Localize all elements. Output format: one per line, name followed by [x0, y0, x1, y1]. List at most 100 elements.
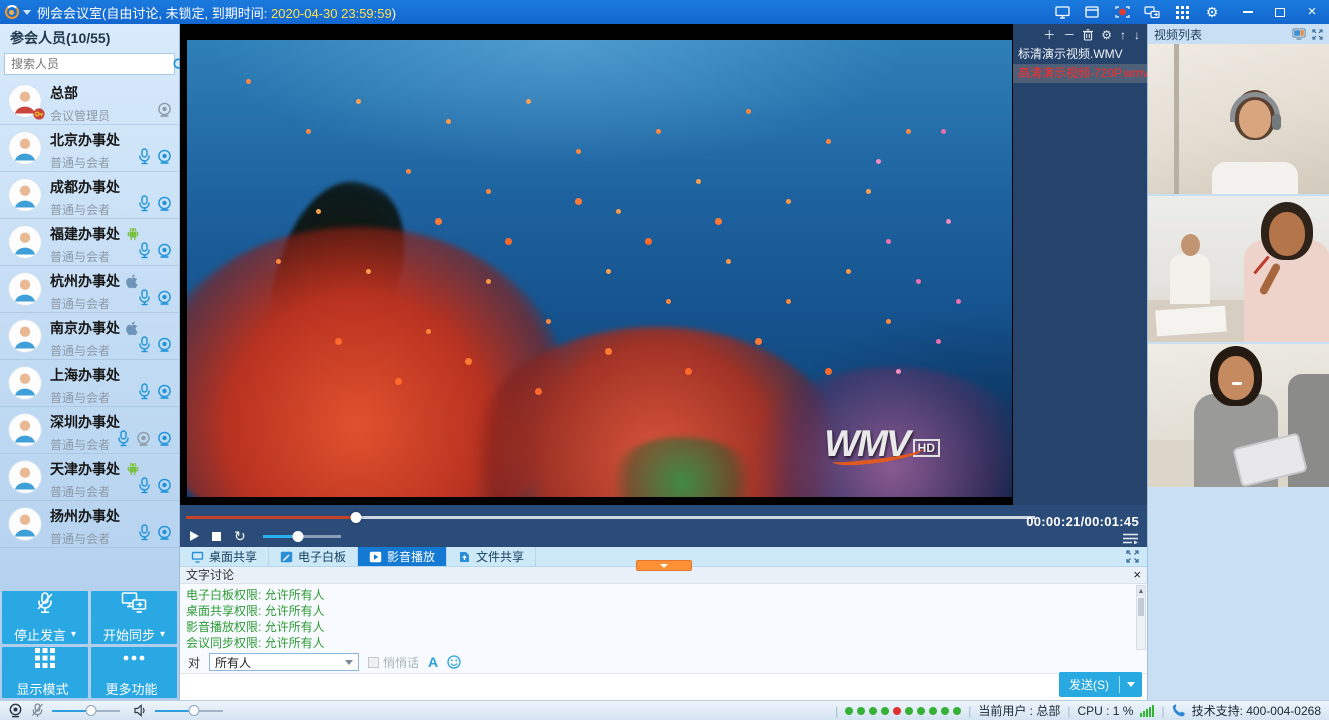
- stop-button[interactable]: [212, 532, 221, 541]
- participant-row[interactable]: 上海办事处 普通与会者: [0, 360, 179, 407]
- tab-desktop-share[interactable]: 桌面共享: [180, 547, 269, 566]
- participant-row[interactable]: 南京办事处 普通与会者: [0, 313, 179, 360]
- mic-icon[interactable]: [138, 289, 151, 306]
- mic-icon[interactable]: [117, 430, 130, 447]
- cam-icon[interactable]: [157, 431, 172, 447]
- video-thumbnail-2[interactable]: [1148, 196, 1329, 342]
- cam-gray-icon[interactable]: [136, 431, 151, 447]
- video-monitor-icon[interactable]: [1292, 28, 1306, 40]
- scroll-thumb[interactable]: [1138, 598, 1144, 616]
- mic-icon[interactable]: [138, 383, 151, 400]
- tab-whiteboard[interactable]: 电子白板: [269, 547, 358, 566]
- webcam-status-icon[interactable]: [8, 703, 23, 718]
- cam-icon[interactable]: [157, 478, 172, 494]
- mic-icon[interactable]: [138, 148, 151, 165]
- replay-button[interactable]: ↻: [234, 530, 246, 542]
- remove-media-icon[interactable]: －: [1063, 29, 1075, 41]
- close-button[interactable]: ×: [1303, 4, 1321, 20]
- collapse-handle[interactable]: [636, 560, 692, 571]
- font-style-button[interactable]: A: [428, 654, 438, 670]
- chat-close-icon[interactable]: ×: [1133, 567, 1141, 583]
- mic-icon[interactable]: [138, 477, 151, 494]
- volume-handle[interactable]: [292, 531, 303, 542]
- woman2-face-shape: [1218, 356, 1254, 400]
- speaker-icon[interactable]: [134, 704, 147, 717]
- cam-icon[interactable]: [157, 149, 172, 165]
- screen-share-icon[interactable]: [1053, 4, 1071, 20]
- participant-row[interactable]: 福建办事处 普通与会者: [0, 219, 179, 266]
- mic-icon[interactable]: [138, 242, 151, 259]
- cam-icon[interactable]: [157, 337, 172, 353]
- device-icons: [117, 430, 172, 447]
- participant-row[interactable]: 杭州办事处 普通与会者: [0, 266, 179, 313]
- mic-icon[interactable]: [138, 524, 151, 541]
- chevron-down-icon[interactable]: [23, 10, 31, 15]
- volume-slider[interactable]: [263, 535, 341, 538]
- send-dropdown-icon[interactable]: [1120, 682, 1142, 687]
- tab-media-play[interactable]: 影音播放: [358, 547, 447, 566]
- tab-file-share[interactable]: 文件共享: [447, 547, 536, 566]
- expand-panel-icon[interactable]: [1126, 550, 1139, 563]
- seek-bar[interactable]: [186, 516, 1035, 519]
- sidebar-action-button[interactable]: 停止发言▾: [2, 591, 88, 644]
- cam-icon[interactable]: [157, 525, 172, 541]
- device-icons: [138, 524, 172, 541]
- window-mode-icon[interactable]: [1083, 4, 1101, 20]
- search-input[interactable]: [5, 57, 172, 71]
- playlist-toggle-icon[interactable]: [1123, 533, 1138, 544]
- cam-gray-icon[interactable]: [157, 102, 172, 118]
- maximize-button[interactable]: [1271, 4, 1289, 20]
- record-icon[interactable]: [1113, 4, 1131, 20]
- playlist-item[interactable]: 标清演示视频.WMV: [1013, 45, 1147, 64]
- avatar: [8, 460, 42, 494]
- settings-gear-icon[interactable]: ⚙: [1203, 4, 1221, 20]
- expand-videos-icon[interactable]: [1312, 29, 1323, 40]
- device-icons: [138, 242, 172, 259]
- sidebar-action-button[interactable]: 开始同步▾: [91, 591, 177, 644]
- speaker-volume-slider[interactable]: [155, 710, 223, 712]
- video-thumbnail-3[interactable]: [1148, 344, 1329, 487]
- sidebar-action-button[interactable]: 更多功能: [91, 647, 177, 698]
- mic-muted-icon[interactable]: [31, 703, 44, 718]
- cam-icon[interactable]: [157, 196, 172, 212]
- playlist-settings-icon[interactable]: ⚙: [1101, 29, 1112, 41]
- trash-icon[interactable]: [1083, 29, 1093, 41]
- mic-volume-handle[interactable]: [86, 705, 97, 716]
- speaker-volume-handle[interactable]: [189, 705, 200, 716]
- minimize-button[interactable]: [1239, 4, 1257, 20]
- participant-row[interactable]: 北京办事处 普通与会者: [0, 125, 179, 172]
- seek-handle[interactable]: [350, 512, 361, 523]
- playlist-item[interactable]: 高清演示视频-720P.wmv 删除: [1013, 64, 1147, 83]
- move-up-icon[interactable]: ↑: [1120, 29, 1126, 41]
- emoji-icon[interactable]: [447, 655, 461, 669]
- cam-icon[interactable]: [157, 290, 172, 306]
- network-sync-icon[interactable]: [1143, 4, 1161, 20]
- move-down-icon[interactable]: ↓: [1134, 29, 1140, 41]
- participant-row[interactable]: 天津办事处 普通与会者: [0, 454, 179, 501]
- video-player-stage[interactable]: WMV HD: [180, 24, 1013, 505]
- message-input[interactable]: 发送(S): [180, 673, 1147, 700]
- participant-row[interactable]: 总部 会议管理员: [0, 78, 179, 125]
- cam-icon[interactable]: [157, 384, 172, 400]
- whisper-checkbox[interactable]: [368, 657, 379, 668]
- mic-icon[interactable]: [138, 336, 151, 353]
- display-grid-icon[interactable]: [1173, 4, 1191, 20]
- cam-icon[interactable]: [157, 243, 172, 259]
- scroll-up-icon[interactable]: ▲: [1137, 586, 1145, 596]
- whisper-option[interactable]: 悄悄话: [368, 654, 419, 671]
- play-button[interactable]: [190, 531, 199, 541]
- sidebar-action-button[interactable]: 显示模式: [2, 647, 88, 698]
- dropdown-caret-icon[interactable]: ▾: [71, 629, 76, 640]
- add-media-icon[interactable]: ＋: [1043, 29, 1055, 41]
- search-box[interactable]: [4, 53, 175, 75]
- participant-row[interactable]: 扬州办事处 普通与会者: [0, 501, 179, 548]
- participant-row[interactable]: 深圳办事处 普通与会者: [0, 407, 179, 454]
- recipient-select[interactable]: 所有人: [209, 653, 359, 671]
- mic-icon[interactable]: [138, 195, 151, 212]
- participant-row[interactable]: 成都办事处 普通与会者: [0, 172, 179, 219]
- mic-volume-slider[interactable]: [52, 710, 120, 712]
- video-thumbnail-1[interactable]: [1148, 44, 1329, 194]
- dropdown-caret-icon[interactable]: ▾: [160, 629, 165, 640]
- send-button[interactable]: 发送(S): [1059, 676, 1119, 693]
- chat-scrollbar[interactable]: ▲: [1136, 585, 1146, 650]
